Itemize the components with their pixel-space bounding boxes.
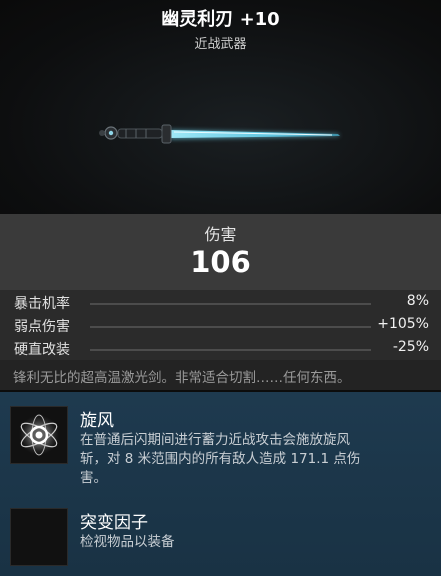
stat-value: 8%: [406, 293, 429, 309]
stat-name: 硬直改装: [14, 342, 70, 358]
damage-label: 伤害: [204, 225, 237, 244]
stat-divider: [90, 326, 371, 328]
mod-description: 在普通后闪期间进行蓄力近战攻击会施放旋风 斩，对 8 米范围内的所有敌人造成 1…: [80, 431, 430, 488]
item-category: 近战武器: [194, 37, 247, 52]
whirlwind-icon: [10, 406, 68, 464]
description-text: 锋利无比的超高温激光剑。非常适合切割……任何东西。: [13, 370, 351, 386]
mod-slot-mutator[interactable]: 突变因子 检视物品以装备: [0, 504, 441, 576]
mod-name: 旋风: [80, 411, 114, 431]
stat-name: 弱点伤害: [14, 319, 70, 335]
mod-slot-whirlwind[interactable]: 旋风 在普通后闪期间进行蓄力近战攻击会施放旋风 斩，对 8 米范围内的所有敌人造…: [0, 392, 441, 504]
stat-row-crit-chance: 暴击机率 8%: [0, 291, 441, 314]
mods-panel: 旋风 在普通后闪期间进行蓄力近战攻击会施放旋风 斩，对 8 米范围内的所有敌人造…: [0, 392, 441, 576]
mod-desc-line: 斩，对 8 米范围内的所有敌人造成 171.1 点伤: [80, 451, 361, 467]
item-description: 锋利无比的超高温激光剑。非常适合切割……任何东西。: [0, 360, 441, 390]
stat-value: -25%: [392, 339, 429, 355]
stat-row-weakspot-damage: 弱点伤害 +105%: [0, 314, 441, 337]
damage-value: 106: [190, 245, 251, 279]
stat-value: +105%: [377, 316, 429, 332]
stat-divider: [90, 303, 371, 305]
weapon-image: [99, 124, 340, 144]
mod-desc-line: 检视物品以装备: [80, 534, 175, 550]
mod-desc-line: 在普通后闪期间进行蓄力近战攻击会施放旋风: [80, 432, 350, 448]
stat-name: 暴击机率: [14, 296, 70, 312]
mod-desc-line: 害。: [80, 470, 107, 486]
empty-slot-icon: [10, 508, 68, 566]
item-title: 幽灵利刃 +10: [161, 9, 280, 30]
damage-block: 伤害 106: [0, 214, 441, 290]
stat-divider: [90, 349, 371, 351]
stat-row-stagger-mod: 硬直改装 -25%: [0, 337, 441, 360]
stats-list: 暴击机率 8% 弱点伤害 +105% 硬直改装 -25%: [0, 290, 441, 360]
mod-name: 突变因子: [80, 513, 148, 533]
item-header: 幽灵利刃 +10 近战武器: [0, 0, 441, 214]
mod-description: 检视物品以装备: [80, 533, 430, 552]
item-tooltip: 幽灵利刃 +10 近战武器 伤害 106 暴击机率 8% 弱点伤害 +105% …: [0, 0, 441, 576]
